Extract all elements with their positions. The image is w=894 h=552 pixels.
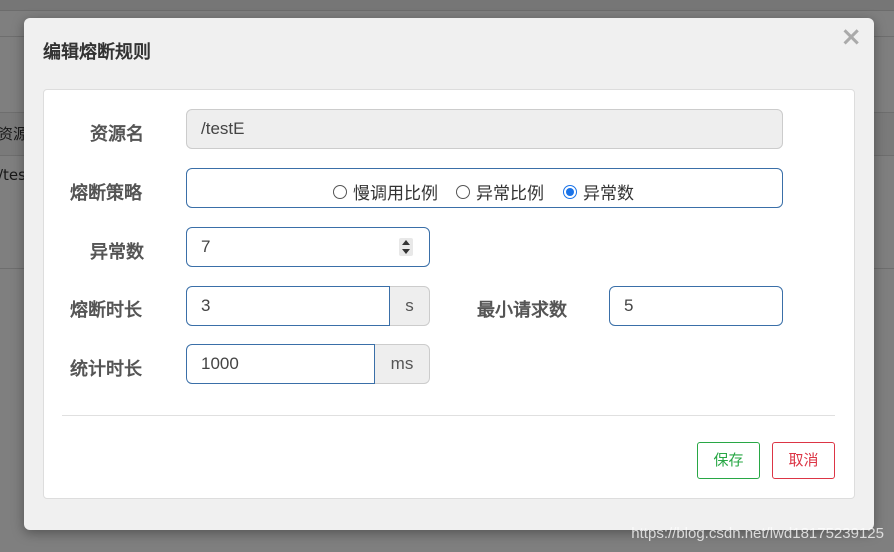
radio-label-slow-ratio[interactable]: 慢调用比例 [353, 179, 438, 204]
stat-duration-label: 统计时长 [70, 359, 142, 380]
save-button[interactable]: 保存 [697, 442, 760, 479]
radio-slow-ratio[interactable]: 慢调用比例 [333, 179, 438, 204]
radio-exception-ratio[interactable]: 异常比例 [456, 179, 544, 204]
radio-button-checked-icon[interactable] [563, 184, 577, 199]
radio-button-icon[interactable] [456, 184, 470, 199]
spinner-up-icon[interactable] [402, 240, 410, 245]
cancel-button[interactable]: 取消 [772, 442, 835, 479]
strategy-label: 熔断策略 [70, 183, 142, 204]
number-spinner-icon[interactable] [399, 238, 413, 256]
stat-duration-input[interactable]: 1000 [186, 344, 375, 384]
min-requests-input[interactable]: 5 [609, 286, 783, 326]
break-duration-input[interactable]: 3 [186, 286, 390, 326]
spinner-down-icon[interactable] [402, 249, 410, 254]
exception-count-label: 异常数 [90, 242, 144, 263]
break-duration-label: 熔断时长 [70, 300, 142, 321]
footer-divider [62, 415, 835, 416]
stat-duration-unit: ms [375, 344, 430, 384]
min-requests-label: 最小请求数 [477, 300, 567, 321]
close-icon[interactable]: × [840, 24, 862, 50]
radio-button-icon[interactable] [333, 184, 347, 199]
resource-input: /testE [186, 109, 783, 149]
exception-count-value[interactable]: 7 [201, 237, 210, 256]
radio-exception-count[interactable]: 异常数 [563, 179, 634, 204]
radio-label-exception-count[interactable]: 异常数 [583, 179, 634, 204]
dialog-title: 编辑熔断规则 [43, 42, 151, 63]
exception-count-input[interactable]: 7 [186, 227, 430, 267]
break-duration-unit: s [390, 286, 430, 326]
watermark: https://blog.csdn.net/lwd18175239125 [631, 525, 884, 542]
strategy-radio-group: 慢调用比例 异常比例 异常数 [186, 168, 783, 208]
radio-label-exception-ratio[interactable]: 异常比例 [476, 179, 544, 204]
resource-label: 资源名 [90, 124, 144, 145]
